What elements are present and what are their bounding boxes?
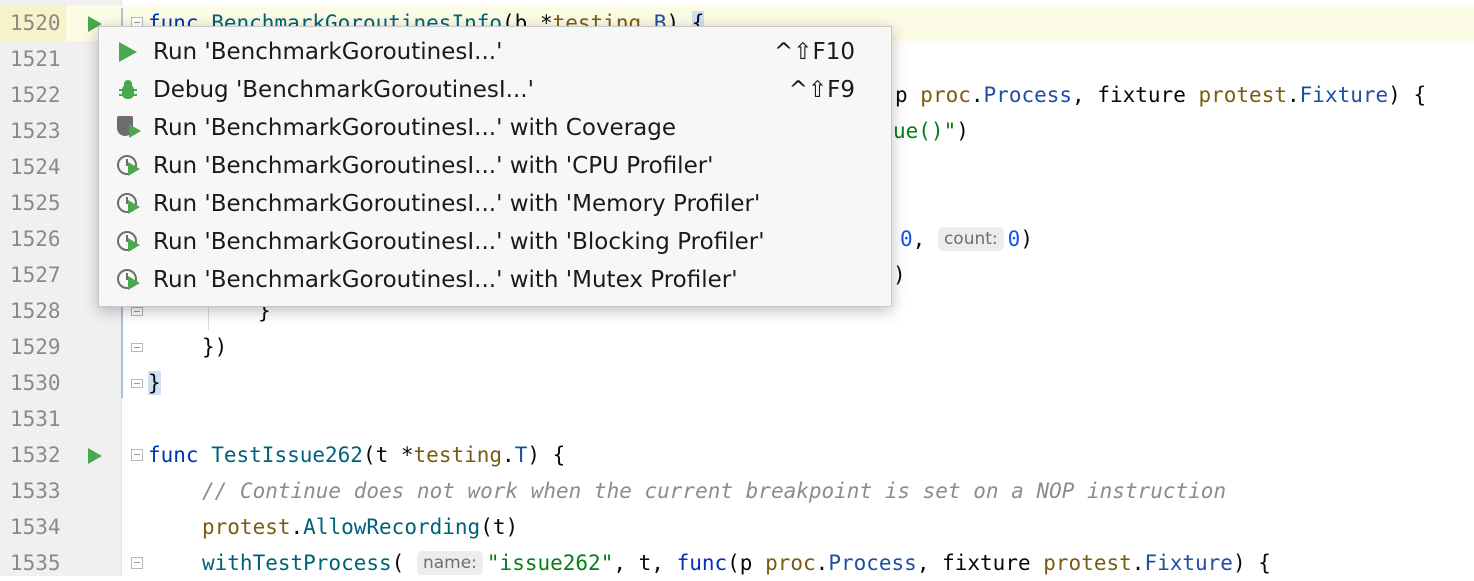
line-number: 1527 <box>0 257 66 293</box>
line-number: 1530 <box>0 365 66 401</box>
code-text: 0, count:0) <box>900 221 1033 257</box>
line-number: 1529 <box>0 329 66 365</box>
line-number: 1531 <box>0 401 66 437</box>
fold-toggle-icon[interactable] <box>131 557 143 569</box>
code-line-1530[interactable]: 1530 } <box>0 365 1474 401</box>
menu-item-run-coverage[interactable]: Run 'BenchmarkGoroutinesI...' with Cover… <box>99 109 891 147</box>
line-number: 1525 <box>0 185 66 221</box>
code-line-1532[interactable]: 1532 func TestIssue262(t *testing.T) { <box>0 437 1474 473</box>
code-text: }) <box>202 329 227 365</box>
coverage-icon <box>115 116 141 140</box>
code-text: } <box>148 365 161 401</box>
menu-item-run[interactable]: Run 'BenchmarkGoroutinesI...' ^⇧F10 <box>99 33 891 71</box>
parameter-hint: name: <box>417 551 483 575</box>
line-number: 1533 <box>0 473 66 509</box>
line-number: 1524 <box>0 149 66 185</box>
code-comment: // Continue does not work when the curre… <box>202 473 1226 509</box>
code-text: protest.AllowRecording(t) <box>202 509 518 545</box>
menu-item-label: Run 'BenchmarkGoroutinesI...' with 'Mute… <box>153 261 738 299</box>
parameter-hint: count: <box>938 227 1004 251</box>
code-line-1534[interactable]: 1534 protest.AllowRecording(t) <box>0 509 1474 545</box>
menu-item-debug[interactable]: Debug 'BenchmarkGoroutinesI...' ^⇧F9 <box>99 71 891 109</box>
line-number: 1523 <box>0 113 66 149</box>
menu-item-run-cpu-profiler[interactable]: Run 'BenchmarkGoroutinesI...' with 'CPU … <box>99 147 891 185</box>
fold-end-icon[interactable] <box>131 343 143 352</box>
run-gutter-icon[interactable] <box>88 448 102 464</box>
menu-item-run-mutex-profiler[interactable]: Run 'BenchmarkGoroutinesI...' with 'Mute… <box>99 261 891 299</box>
debug-icon <box>115 78 141 102</box>
fold-end-icon[interactable] <box>131 379 143 388</box>
code-line-1529[interactable]: 1529 }) <box>0 329 1474 365</box>
profiler-icon <box>115 154 141 178</box>
menu-item-label: Debug 'BenchmarkGoroutinesI...' <box>153 71 534 109</box>
fold-toggle-icon[interactable] <box>131 449 143 461</box>
fold-end-icon[interactable] <box>131 307 143 316</box>
run-context-popup[interactable]: Run 'BenchmarkGoroutinesI...' ^⇧F10 Debu… <box>98 26 892 307</box>
menu-item-label: Run 'BenchmarkGoroutinesI...' with Cover… <box>153 109 676 147</box>
profiler-icon <box>115 268 141 292</box>
code-text: ue()") <box>893 113 969 149</box>
code-text: ) <box>893 257 906 293</box>
code-text: func TestIssue262(t *testing.T) { <box>148 437 565 473</box>
line-number: 1521 <box>0 41 66 77</box>
line-number: 1534 <box>0 509 66 545</box>
line-number: 1520 <box>0 5 66 41</box>
code-text: p proc.Process, fixture protest.Fixture)… <box>895 77 1426 113</box>
menu-item-label: Run 'BenchmarkGoroutinesI...' with 'Memo… <box>153 185 760 223</box>
menu-item-run-blocking-profiler[interactable]: Run 'BenchmarkGoroutinesI...' with 'Bloc… <box>99 223 891 261</box>
line-number: 1528 <box>0 293 66 329</box>
menu-item-run-memory-profiler[interactable]: Run 'BenchmarkGoroutinesI...' with 'Memo… <box>99 185 891 223</box>
profiler-icon <box>115 192 141 216</box>
menu-item-shortcut: ^⇧F10 <box>774 33 855 71</box>
menu-item-label: Run 'BenchmarkGoroutinesI...' with 'CPU … <box>153 147 714 185</box>
code-line-1533[interactable]: 1533 // Continue does not work when the … <box>0 473 1474 509</box>
menu-item-label: Run 'BenchmarkGoroutinesI...' with 'Bloc… <box>153 223 765 261</box>
line-number: 1532 <box>0 437 66 473</box>
menu-item-label: Run 'BenchmarkGoroutinesI...' <box>153 33 502 71</box>
line-number: 1526 <box>0 221 66 257</box>
menu-item-shortcut: ^⇧F9 <box>789 71 855 109</box>
line-number: 1522 <box>0 77 66 113</box>
code-line-1531[interactable]: 1531 <box>0 401 1474 437</box>
profiler-icon <box>115 230 141 254</box>
run-icon <box>115 40 141 64</box>
